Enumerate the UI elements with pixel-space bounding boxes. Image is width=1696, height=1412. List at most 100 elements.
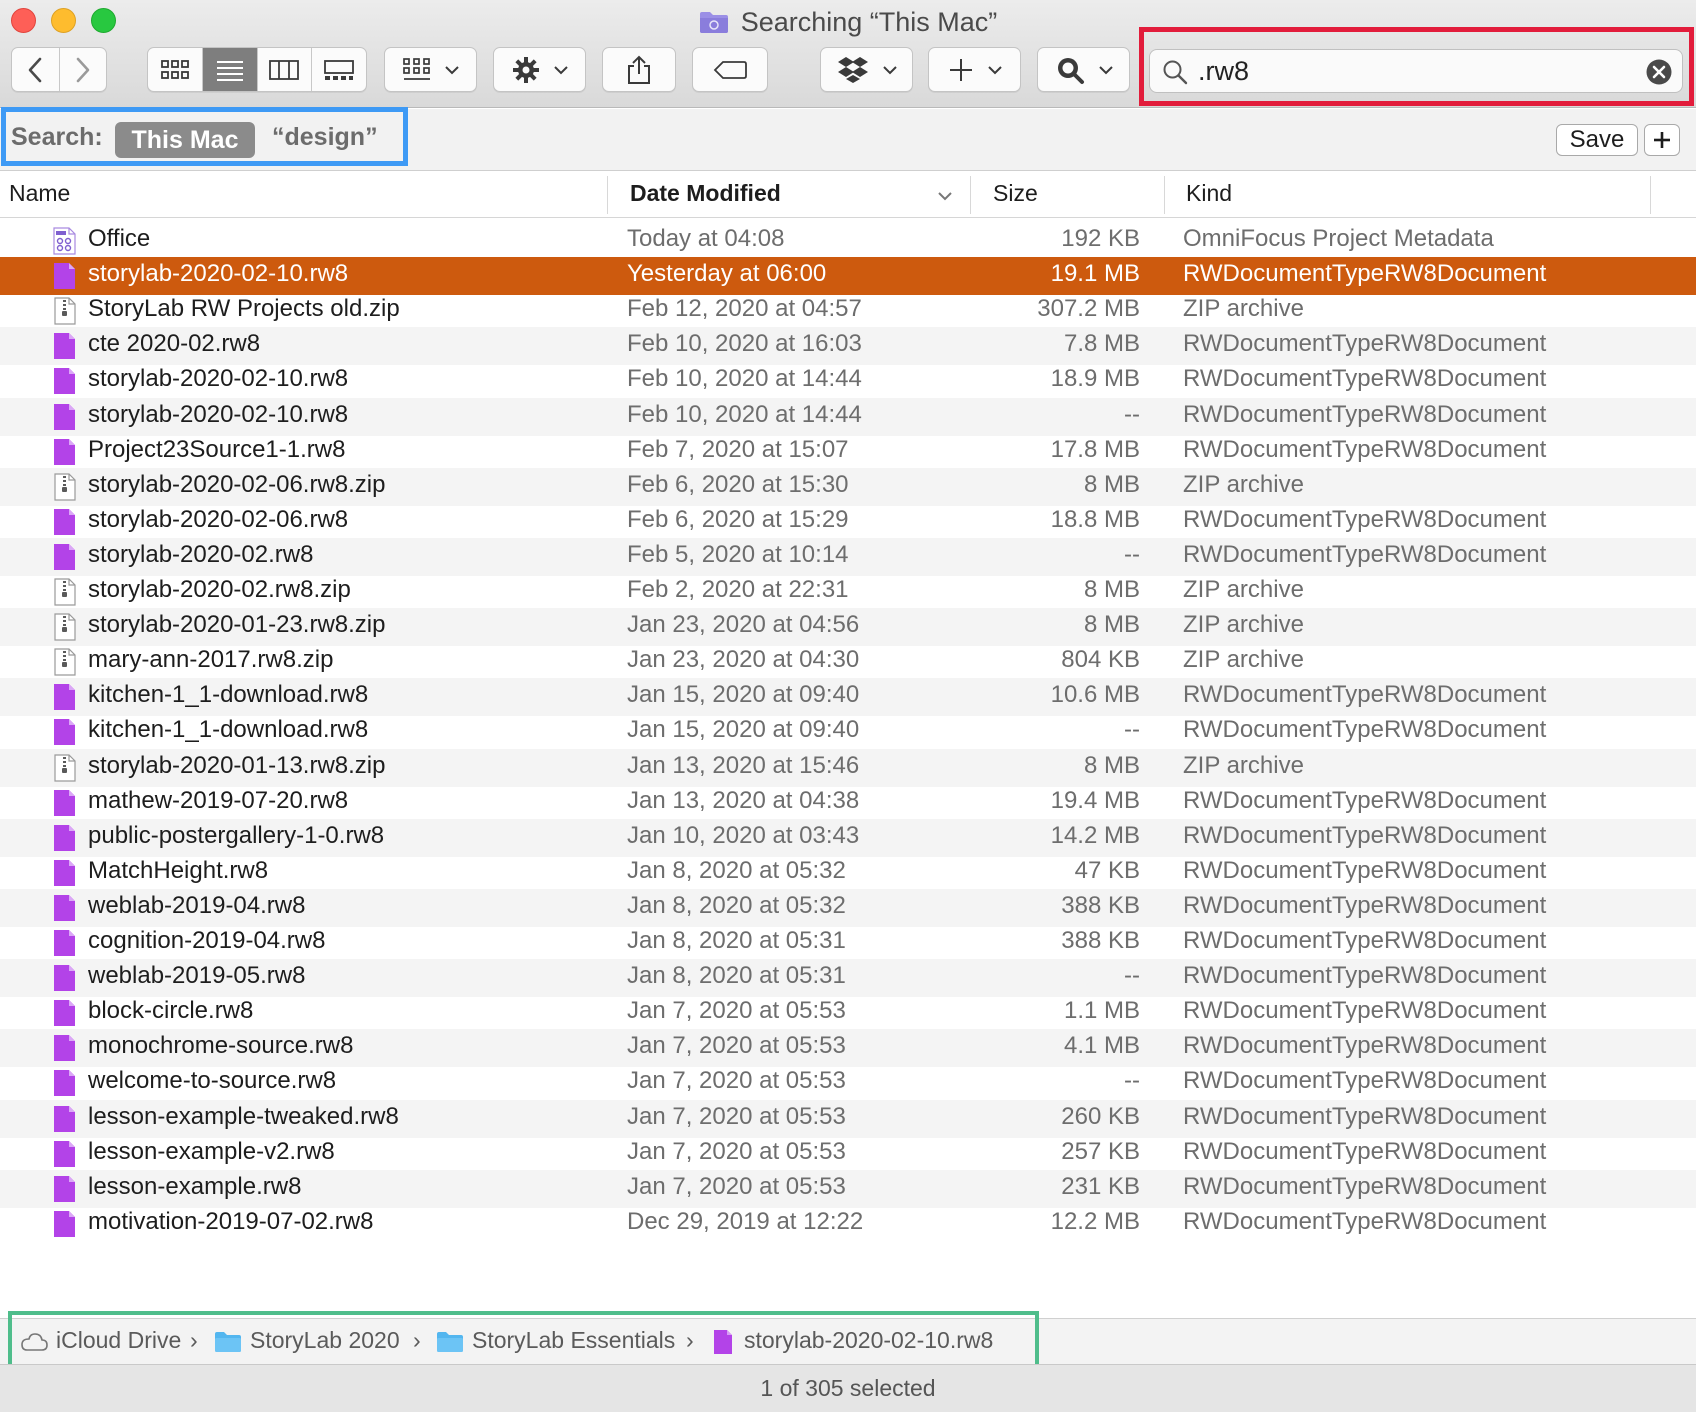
rw8-doc-icon — [53, 262, 76, 290]
zip-icon — [53, 753, 76, 782]
save-search-button[interactable]: Save — [1556, 124, 1638, 156]
table-row[interactable]: storylab-2020-02.rw8.zip Feb 2, 2020 at 2… — [0, 573, 1696, 611]
file-size: 19.1 MB — [1050, 260, 1140, 288]
table-row[interactable]: kitchen-1_1-download.rw8 Jan 15, 2020 at … — [0, 713, 1696, 751]
table-row[interactable]: motivation-2019-07-02.rw8 Dec 29, 2019 at… — [0, 1205, 1696, 1243]
table-row[interactable]: cte 2020-02.rw8 Feb 10, 2020 at 16:03 7.8 … — [0, 327, 1696, 366]
file-kind: RWDocumentTypeRW8Document — [1183, 1067, 1547, 1095]
file-size: 19.4 MB — [1050, 786, 1140, 814]
group-by-button[interactable] — [384, 47, 477, 92]
table-row[interactable]: kitchen-1_1-download.rw8 Jan 15, 2020 at … — [0, 678, 1696, 717]
table-row[interactable]: storylab-2020-02-06.rw8.zip Feb 6, 2020 a… — [0, 467, 1696, 506]
rw8-doc-icon — [53, 332, 76, 360]
column-kind-header[interactable]: Kind — [1186, 180, 1232, 207]
table-row[interactable]: storylab-2020-02.rw8 Feb 5, 2020 at 10:14… — [0, 537, 1696, 576]
table-row[interactable]: MatchHeight.rw8 Jan 8, 2020 at 05:32 47 KB… — [0, 854, 1696, 892]
action-menu-button[interactable] — [493, 47, 586, 92]
rw8-doc-icon — [53, 859, 76, 887]
icon-view-button[interactable] — [148, 48, 203, 91]
rw8-doc-icon — [53, 403, 76, 431]
file-size: 192 KB — [1061, 225, 1140, 252]
file-size: 8 MB — [1083, 470, 1140, 498]
table-row[interactable]: weblab-2019-04.rw8 Jan 8, 2020 at 05:32 38… — [0, 888, 1696, 927]
file-name: lesson-example-tweaked.rw8 — [88, 1102, 399, 1130]
list-view-button[interactable] — [202, 48, 258, 91]
table-row[interactable]: weblab-2019-05.rw8 Jan 8, 2020 at 05:31 --… — [0, 959, 1696, 998]
table-row[interactable]: Project23Source1-1.rw8 Feb 7, 2020 at 15:… — [0, 433, 1696, 471]
table-row[interactable]: storylab-2020-01-23.rw8.zip Jan 23, 2020 … — [0, 608, 1696, 647]
table-row-selected[interactable]: storylab-2020-02-10.rw8 Yesterday at 06:0… — [0, 257, 1696, 296]
rw8-doc-icon — [53, 1140, 76, 1168]
table-row[interactable]: lesson-example-v2.rw8 Jan 7, 2020 at 05:5… — [0, 1135, 1696, 1173]
file-date: Jan 8, 2020 at 05:32 — [627, 891, 846, 919]
table-row[interactable]: monochrome-source.rw8 Jan 7, 2020 at 05:5… — [0, 1029, 1696, 1068]
file-kind: RWDocumentTypeRW8Document — [1183, 1102, 1547, 1130]
file-list: Office Today at 04:08 192 KB OmniFocus Proj… — [0, 222, 1696, 1318]
dropbox-button[interactable] — [820, 47, 913, 92]
file-size: 8 MB — [1083, 751, 1140, 779]
file-name: MatchHeight.rw8 — [88, 856, 269, 884]
plus-icon — [949, 58, 972, 81]
table-row[interactable]: Office Today at 04:08 192 KB OmniFocus Proj… — [0, 222, 1696, 260]
rw8-doc-icon — [53, 1069, 76, 1097]
table-row[interactable]: cognition-2019-04.rw8 Jan 8, 2020 at 05:3… — [0, 924, 1696, 962]
file-name: cognition-2019-04.rw8 — [88, 927, 326, 954]
file-size: -- — [1124, 540, 1140, 568]
file-size: 18.8 MB — [1050, 505, 1140, 533]
table-row[interactable]: block-circle.rw8 Jan 7, 2020 at 05:53 1.1 … — [0, 994, 1696, 1032]
table-row[interactable]: welcome-to-source.rw8 Jan 7, 2020 at 05:5… — [0, 1064, 1696, 1102]
file-name: cte 2020-02.rw8 — [88, 330, 261, 358]
table-row[interactable]: public-postergallery-1-0.rw8 Jan 10, 2020… — [0, 818, 1696, 857]
column-divider[interactable] — [1164, 176, 1165, 214]
table-row[interactable]: mathew-2019-07-20.rw8 Jan 13, 2020 at 04:… — [0, 784, 1696, 822]
table-row[interactable]: storylab-2020-01-13.rw8.zip Jan 13, 2020 … — [0, 748, 1696, 787]
file-date: Jan 15, 2020 at 09:40 — [627, 681, 860, 709]
gallery-view-button[interactable] — [312, 48, 366, 91]
file-size: 804 KB — [1061, 646, 1140, 674]
file-name: kitchen-1_1-download.rw8 — [88, 681, 369, 709]
table-row[interactable]: lesson-example-tweaked.rw8 Jan 7, 2020 at… — [0, 1099, 1696, 1138]
file-name: welcome-to-source.rw8 — [88, 1067, 337, 1095]
file-date: Jan 7, 2020 at 05:53 — [627, 1172, 846, 1200]
rw8-doc-icon — [53, 929, 76, 957]
file-date: Feb 7, 2020 at 15:07 — [627, 435, 849, 463]
file-name: storylab-2020-01-13.rw8.zip — [88, 751, 386, 779]
file-date: Jan 13, 2020 at 15:46 — [627, 751, 860, 779]
file-kind: RWDocumentTypeRW8Document — [1183, 260, 1547, 288]
file-size: 8 MB — [1083, 611, 1140, 639]
column-size-header[interactable]: Size — [993, 180, 1038, 207]
table-row[interactable]: storylab-2020-02-10.rw8 Feb 10, 2020 at 1… — [0, 362, 1696, 400]
selection-status: 1 of 305 selected — [760, 1375, 936, 1401]
column-divider[interactable] — [1650, 176, 1651, 214]
column-name-header[interactable]: Name — [9, 180, 70, 207]
rw8-doc-icon — [53, 718, 76, 746]
file-kind: RWDocumentTypeRW8Document — [1183, 821, 1547, 849]
file-size: 8 MB — [1083, 576, 1140, 603]
column-divider[interactable] — [970, 176, 971, 214]
back-button[interactable] — [12, 48, 60, 91]
column-date-header[interactable]: Date Modified — [630, 180, 781, 207]
file-size: 10.6 MB — [1050, 681, 1140, 709]
file-size: 1.1 MB — [1063, 997, 1140, 1025]
table-row[interactable]: mary-ann-2017.rw8.zip Jan 23, 2020 at 04:… — [0, 643, 1696, 681]
column-view-button[interactable] — [258, 48, 313, 91]
file-name: storylab-2020-02-06.rw8.zip — [88, 470, 386, 498]
forward-button[interactable] — [60, 48, 107, 91]
table-row[interactable]: lesson-example.rw8 Jan 7, 2020 at 05:53 23… — [0, 1169, 1696, 1208]
columns-icon — [269, 59, 300, 80]
omnifocus-doc-icon — [53, 227, 76, 255]
table-row[interactable]: StoryLab RW Projects old.zip Feb 12, 2020… — [0, 292, 1696, 330]
file-size: 4.1 MB — [1063, 1032, 1140, 1060]
file-size: 388 KB — [1061, 891, 1140, 919]
tags-button[interactable] — [692, 47, 768, 92]
column-divider[interactable] — [607, 176, 608, 214]
share-button[interactable] — [602, 47, 676, 92]
quick-look-button[interactable] — [1037, 47, 1130, 92]
new-item-button[interactable] — [928, 47, 1021, 92]
table-row[interactable]: storylab-2020-02-06.rw8 Feb 6, 2020 at 15… — [0, 503, 1696, 541]
add-criteria-button[interactable] — [1644, 124, 1680, 156]
table-row[interactable]: storylab-2020-02-10.rw8 Feb 10, 2020 at 1… — [0, 397, 1696, 436]
chevron-left-icon — [28, 57, 42, 82]
search-field-highlight — [1139, 27, 1694, 106]
rw8-doc-icon — [53, 964, 76, 992]
